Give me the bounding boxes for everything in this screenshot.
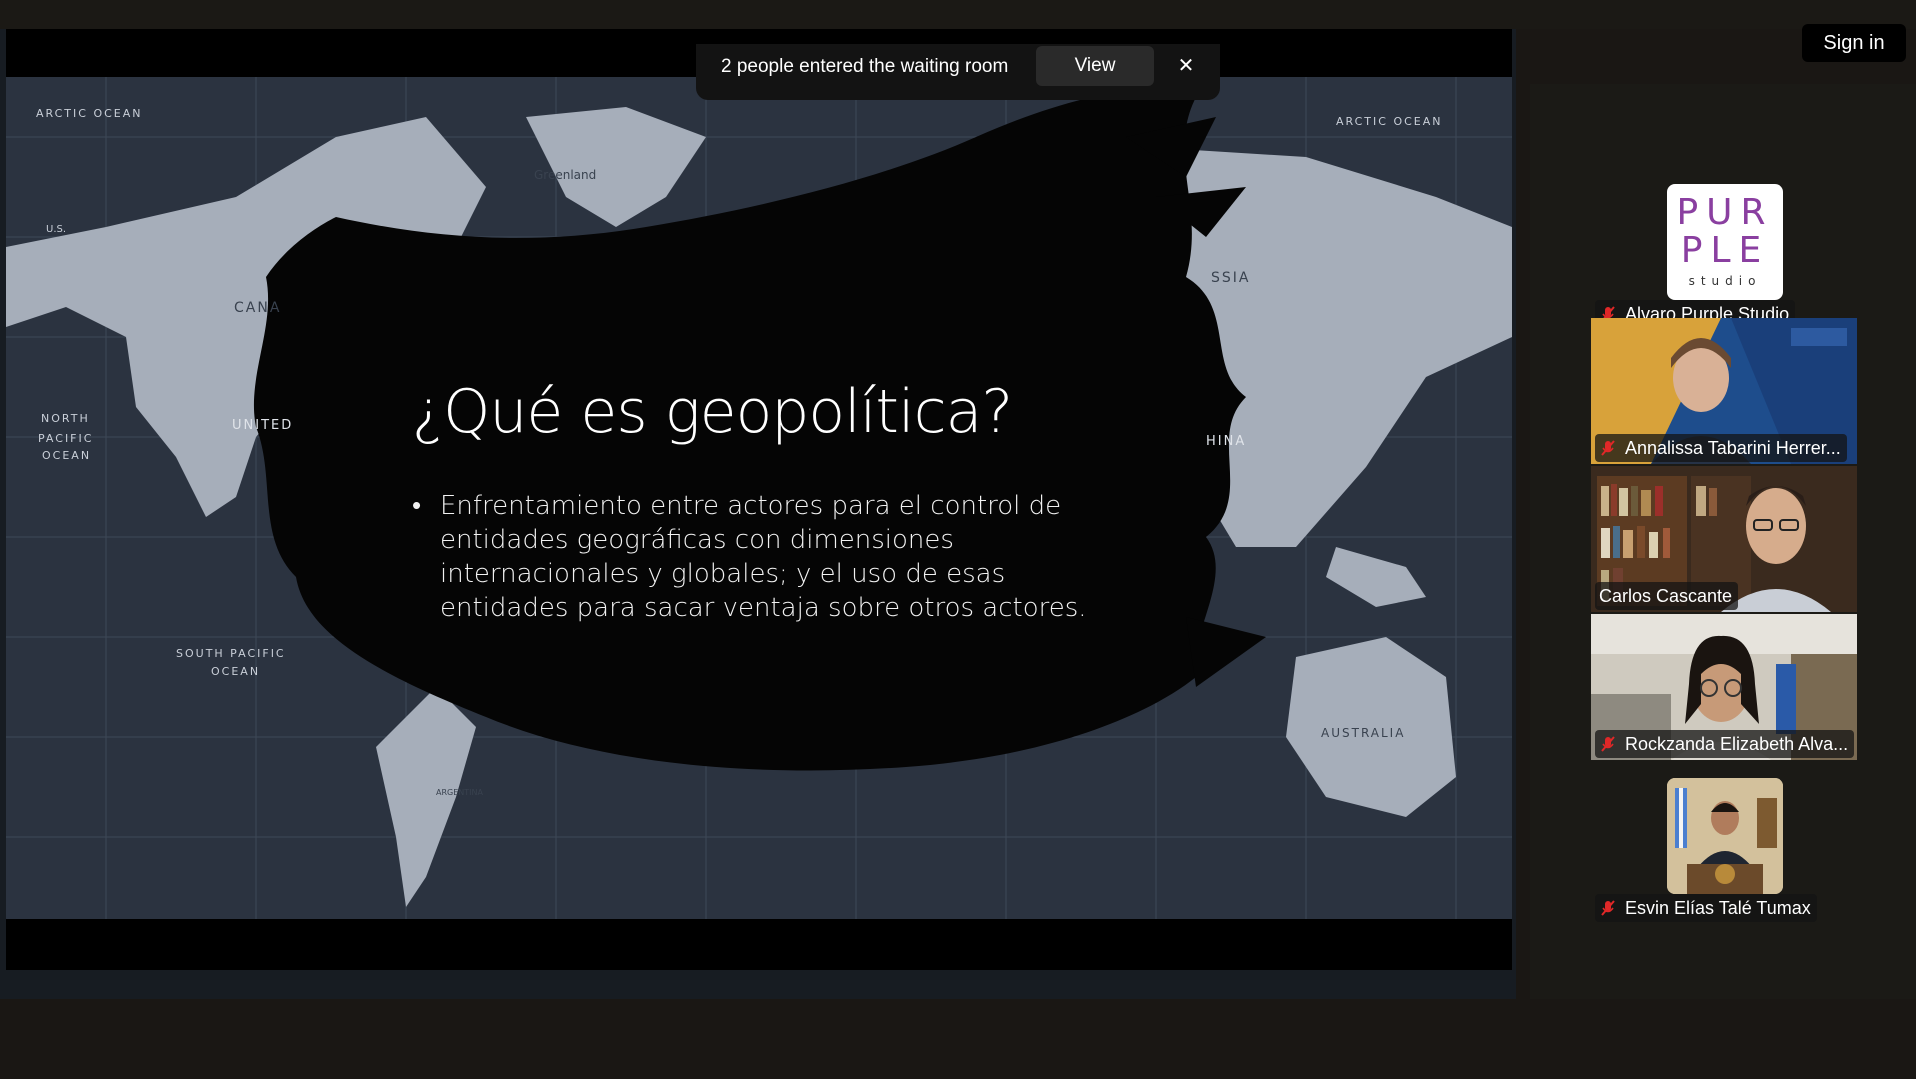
participant-name-label: Annalissa Tabarini Herrer... xyxy=(1595,434,1847,462)
svg-text:UNITED: UNITED xyxy=(232,418,293,433)
waiting-room-message: 2 people entered the waiting room xyxy=(721,56,1009,77)
participant-tile[interactable]: Rockzanda Elizabeth Alva... xyxy=(1591,614,1857,760)
close-icon[interactable]: ✕ xyxy=(1174,54,1198,78)
slide-title: ¿Qué es geopolítica? xyxy=(412,377,1013,447)
participant-tile-active[interactable]: Carlos Cascante xyxy=(1591,466,1857,612)
svg-text:SOUTH PACIFIC: SOUTH PACIFIC xyxy=(176,647,286,660)
participant-tile[interactable]: PUR PLE studio Alvaro Purple Studio xyxy=(1591,184,1857,330)
participant-tile[interactable]: Annalissa Tabarini Herrer... xyxy=(1591,318,1857,464)
bottom-area xyxy=(0,999,1916,1079)
sign-in-button[interactable]: Sign in xyxy=(1802,24,1906,62)
svg-text:PACIFIC: PACIFIC xyxy=(38,432,93,445)
top-bar xyxy=(0,0,1916,29)
participant-name-label: Rockzanda Elizabeth Alva... xyxy=(1595,730,1855,758)
mic-muted-icon xyxy=(1601,900,1615,916)
participant-tile[interactable]: Esvin Elías Talé Tumax xyxy=(1591,778,1857,924)
avatar-text: studio xyxy=(1688,274,1762,288)
svg-text:SSIA: SSIA xyxy=(1211,270,1250,286)
svg-text:OCEAN: OCEAN xyxy=(211,665,260,678)
view-waiting-room-button[interactable]: View xyxy=(1036,46,1154,86)
participant-name-label: Carlos Cascante xyxy=(1595,582,1739,610)
avatar xyxy=(1667,778,1783,894)
mic-muted-icon xyxy=(1601,440,1615,456)
mic-muted-icon xyxy=(1601,736,1615,752)
svg-text:Greenland: Greenland xyxy=(534,168,596,182)
avatar-text: PUR xyxy=(1676,192,1774,233)
svg-text:CANA: CANA xyxy=(234,300,281,316)
svg-text:OCEAN: OCEAN xyxy=(42,449,91,462)
map-label-arctic: ARCTIC OCEAN xyxy=(36,107,142,120)
participant-name: Annalissa Tabarini Herrer... xyxy=(1625,437,1841,458)
svg-text:ARCTIC OCEAN: ARCTIC OCEAN xyxy=(1336,115,1442,128)
participant-name: Carlos Cascante xyxy=(1599,585,1733,606)
svg-text:NORTH: NORTH xyxy=(41,412,90,425)
svg-text:ARGENTINA: ARGENTINA xyxy=(436,788,484,797)
svg-text:U.S.: U.S. xyxy=(46,224,66,235)
avatar-text: PLE xyxy=(1680,230,1770,271)
waiting-room-notification: 2 people entered the waiting room View ✕ xyxy=(696,44,1220,100)
svg-text:AUSTRALIA: AUSTRALIA xyxy=(1321,726,1405,740)
bullet-dot-icon: • xyxy=(412,491,422,521)
avatar-photo xyxy=(1667,778,1783,894)
svg-text:HINA: HINA xyxy=(1206,434,1246,449)
participant-name-label: Esvin Elías Talé Tumax xyxy=(1595,894,1817,922)
slide-bullet-list: • Enfrentamiento entre actores para el co… xyxy=(412,489,1132,625)
slide-bullet: • Enfrentamiento entre actores para el co… xyxy=(412,489,1132,625)
participant-name: Esvin Elías Talé Tumax xyxy=(1625,897,1811,918)
shared-slide: ARCTIC OCEAN ARCTIC OCEAN Greenland CANA… xyxy=(6,77,1512,919)
participant-name: Rockzanda Elizabeth Alva... xyxy=(1625,733,1849,754)
slide-bullet-text: Enfrentamiento entre actores para el con… xyxy=(440,491,1087,623)
avatar: PUR PLE studio xyxy=(1667,184,1783,300)
